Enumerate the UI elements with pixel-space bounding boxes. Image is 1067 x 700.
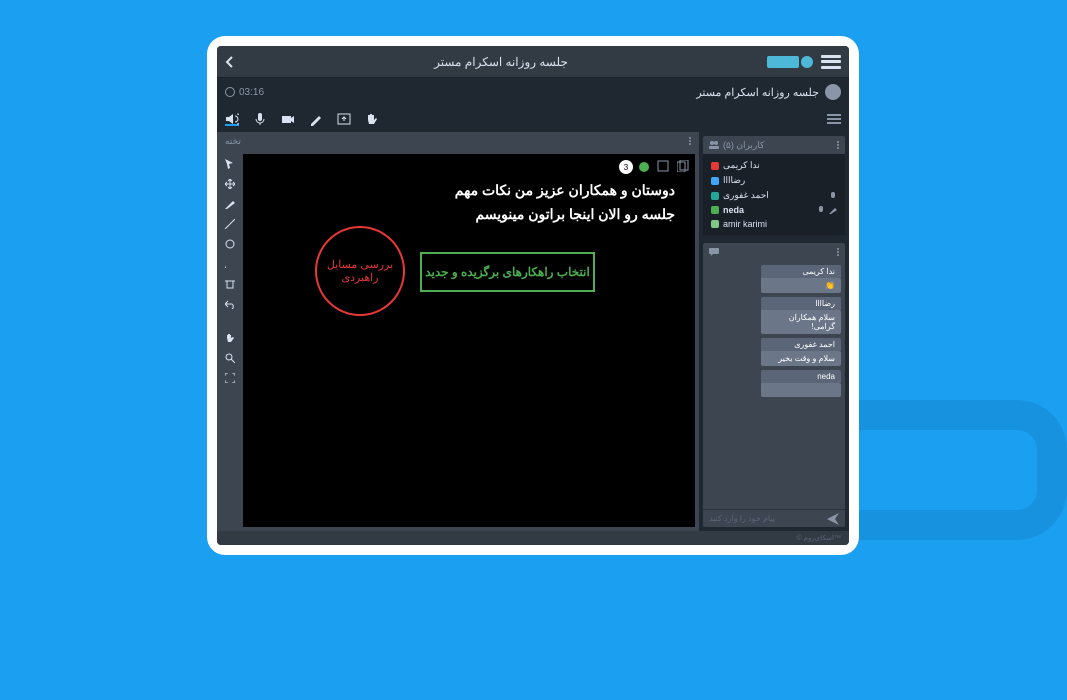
- user-status-icon: [711, 220, 719, 228]
- page-title: جلسه روزانه اسکرام مستر: [434, 55, 568, 69]
- chat-panel: ندا کریمی 👏 رضاااا سلام همکاران گرامی! ا…: [703, 243, 845, 527]
- user-row[interactable]: amir karimi: [707, 217, 841, 231]
- user-row[interactable]: احمد غفوری: [707, 188, 841, 203]
- whiteboard-text: دوستان و همکاران عزیز من نکات مهم: [243, 182, 675, 199]
- line-tool[interactable]: [224, 218, 236, 230]
- circle-tool[interactable]: [224, 238, 236, 250]
- media-toolbar: [217, 106, 699, 132]
- badge-count: 3: [619, 160, 633, 174]
- hand-raise-button[interactable]: [365, 112, 379, 126]
- board-label: تخته: [225, 136, 241, 147]
- svg-text:A: A: [225, 260, 226, 269]
- board-header: تخته: [217, 132, 699, 150]
- chat-messages: ندا کریمی 👏 رضاااا سلام همکاران گرامی! ا…: [703, 261, 845, 509]
- chat-options-button[interactable]: [837, 248, 839, 256]
- users-list: ندا کریمی رضاااا احمد غفوری neda amir ka…: [703, 154, 845, 235]
- app-window: جلسه روزانه اسکرام مستر جلسه روزانه اسکر…: [217, 46, 849, 545]
- side-panel: کاربران (۵) ندا کریمی رضاااا احمد غفوری …: [699, 106, 849, 531]
- user-status-icon: [711, 162, 719, 170]
- users-icon: [709, 141, 719, 149]
- pen-tool-button[interactable]: [309, 112, 323, 126]
- draw-tool[interactable]: [224, 198, 236, 210]
- status-indicator-icon: [639, 162, 649, 172]
- layers-button[interactable]: [655, 160, 669, 174]
- share-screen-button[interactable]: [337, 112, 351, 126]
- tablet-frame: جلسه روزانه اسکرام مستر جلسه روزانه اسکر…: [207, 36, 859, 555]
- app-header: جلسه روزانه اسکرام مستر: [217, 46, 849, 78]
- app-logo: [767, 54, 817, 70]
- zoom-tool[interactable]: [224, 352, 236, 364]
- pan-tool[interactable]: [224, 332, 236, 344]
- user-row[interactable]: neda: [707, 203, 841, 217]
- main-panel: تخته 3 دوستان و همکاران عزیز من نکات مهم…: [217, 106, 699, 531]
- chat-input-area: پیام خود را وارد کنید: [703, 509, 845, 527]
- pen-icon: [829, 206, 837, 214]
- chat-icon: [709, 248, 719, 256]
- chat-message: احمد غفوری سلام و وقت بخیر: [707, 338, 841, 366]
- chat-message: neda: [707, 370, 841, 397]
- side-menu-button[interactable]: [827, 114, 841, 124]
- session-timer: 03:16: [225, 87, 264, 98]
- users-count-label: کاربران (۵): [723, 140, 764, 151]
- whiteboard-circle: بررسی مسایل راهبردی: [315, 226, 405, 316]
- chat-message: ندا کریمی 👏: [707, 265, 841, 293]
- user-status-icon: [711, 177, 719, 185]
- speaker-button[interactable]: [225, 112, 239, 126]
- undo-tool[interactable]: [224, 298, 236, 310]
- back-button[interactable]: [225, 55, 235, 69]
- user-avatar[interactable]: [825, 84, 841, 100]
- copyright-text: © اسکای‌روم™: [797, 534, 842, 542]
- mic-icon: [829, 192, 837, 200]
- users-panel: کاربران (۵) ندا کریمی رضاااا احمد غفوری …: [703, 136, 845, 235]
- user-row[interactable]: ندا کریمی: [707, 158, 841, 173]
- session-title: جلسه روزانه اسکرام مستر: [696, 86, 819, 99]
- fullscreen-tool[interactable]: [224, 372, 236, 384]
- whiteboard-rect: انتخاب راهکارهای برگزیده و جدید: [420, 252, 595, 292]
- board-options-button[interactable]: [689, 137, 691, 145]
- text-tool[interactable]: A: [224, 258, 236, 270]
- erase-tool[interactable]: [224, 278, 236, 290]
- mic-icon: [817, 206, 825, 214]
- menu-button[interactable]: [821, 55, 841, 69]
- copy-button[interactable]: [675, 160, 689, 174]
- clock-icon: [225, 87, 235, 97]
- mic-button[interactable]: [253, 112, 267, 126]
- whiteboard[interactable]: 3 دوستان و همکاران عزیز من نکات مهم جلسه…: [243, 154, 695, 527]
- pointer-tool[interactable]: [224, 158, 236, 170]
- user-status-icon: [711, 206, 719, 214]
- user-status-icon: [711, 192, 719, 200]
- chat-message: رضاااا سلام همکاران گرامی!: [707, 297, 841, 334]
- whiteboard-text: جلسه رو الان اینجا براتون مینویسم: [243, 206, 675, 223]
- chat-input[interactable]: پیام خود را وارد کنید: [709, 514, 775, 523]
- camera-button[interactable]: [281, 112, 295, 126]
- send-button[interactable]: [827, 513, 839, 525]
- tools-sidebar: A: [221, 154, 239, 527]
- users-options-button[interactable]: [837, 141, 839, 149]
- user-row[interactable]: رضاااا: [707, 173, 841, 188]
- subheader: جلسه روزانه اسکرام مستر 03:16: [217, 78, 849, 106]
- footer: © اسکای‌روم™: [217, 531, 849, 545]
- move-tool[interactable]: [224, 178, 236, 190]
